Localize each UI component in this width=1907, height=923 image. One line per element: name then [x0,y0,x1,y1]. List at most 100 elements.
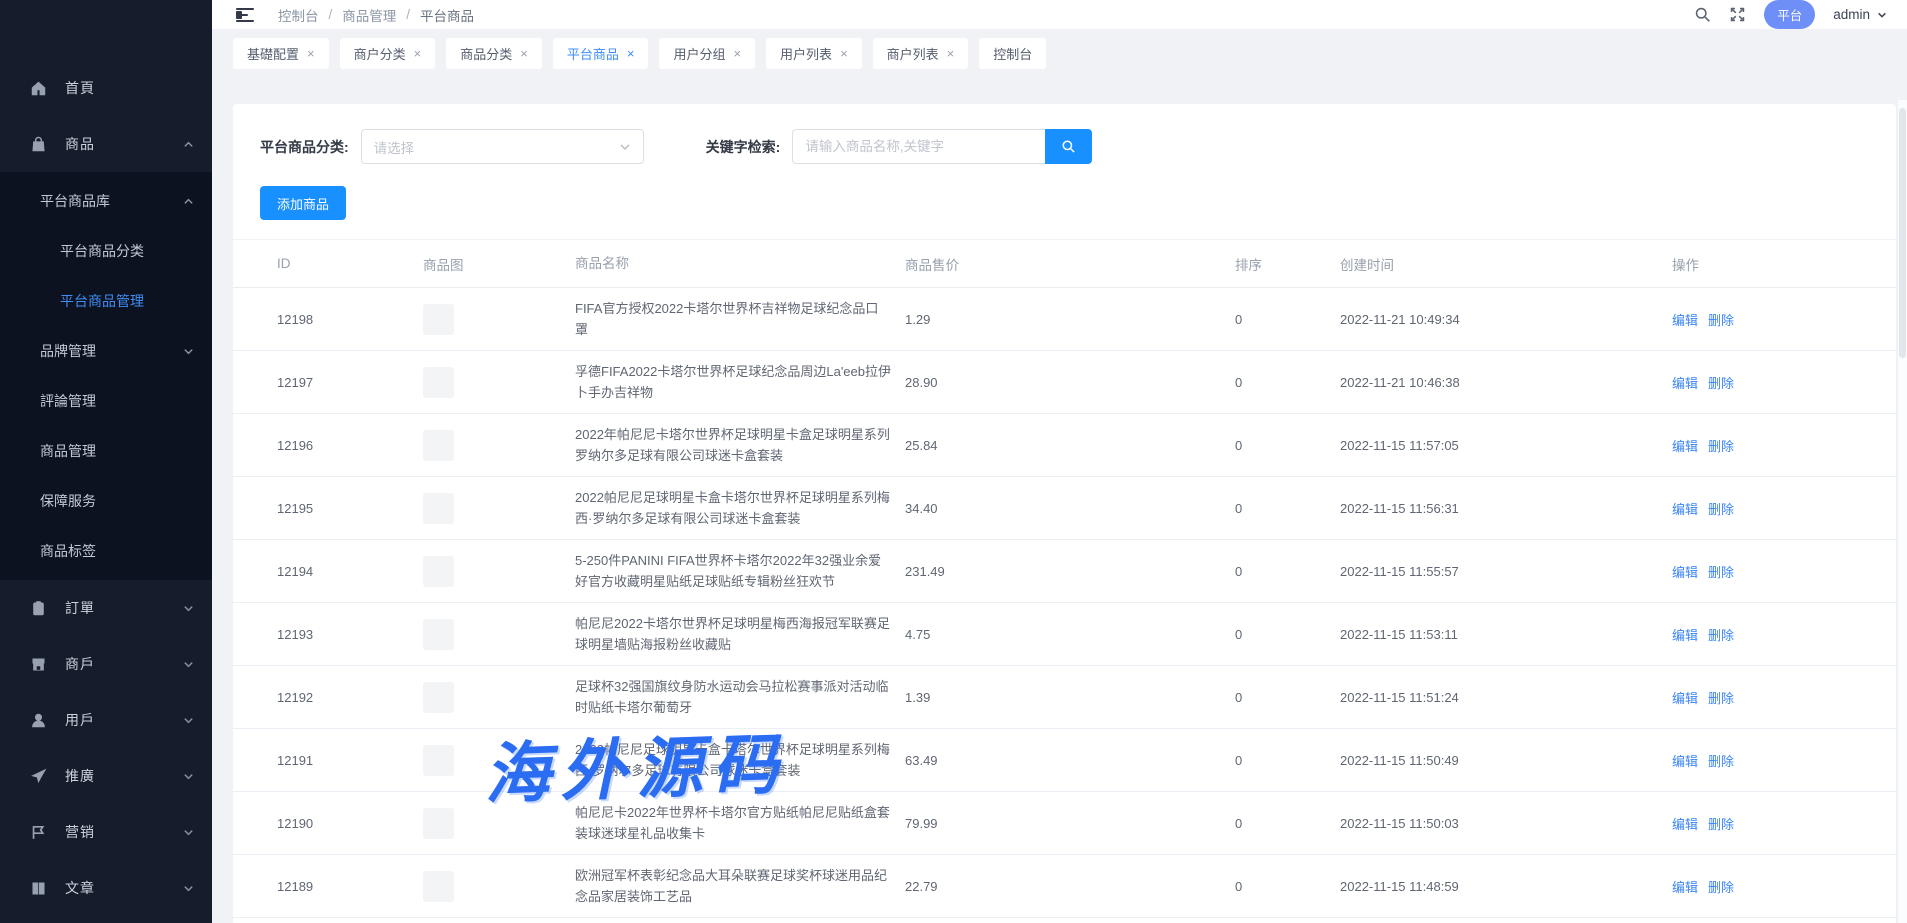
sidebar-item-goods-tags[interactable]: 商品标签 [0,526,212,576]
edit-link[interactable]: 编辑 [1672,628,1698,643]
edit-link[interactable]: 编辑 [1672,376,1698,391]
delete-link[interactable]: 删除 [1708,691,1734,706]
tab-user-group[interactable]: 用户分组 × [659,38,755,69]
tab-platform-goods[interactable]: 平台商品 × [553,38,649,69]
product-image-placeholder [423,556,454,587]
marketing-icon [30,824,47,841]
search-icon [1061,139,1076,154]
add-product-button[interactable]: 添加商品 [260,186,346,220]
sidebar-item-goods[interactable]: 商品 [0,116,212,172]
sidebar-item-marketing[interactable]: 营销 [0,804,212,860]
table-row: 12198 FIFA官方授权2022卡塔尔世界杯吉祥物足球纪念品口罩 1.29 … [233,288,1896,351]
product-image-placeholder [423,493,454,524]
col-header-price: 商品售价 [905,254,1235,274]
tab-merchant-list[interactable]: 商户列表 × [873,38,969,69]
tab-user-list[interactable]: 用户列表 × [766,38,862,69]
close-tab-icon[interactable]: × [733,47,741,60]
edit-link[interactable]: 编辑 [1672,502,1698,517]
product-image-placeholder [423,367,454,398]
promote-icon [30,768,47,785]
close-tab-icon[interactable]: × [627,47,635,60]
search-icon[interactable] [1694,6,1711,23]
search-button[interactable] [1045,129,1092,164]
product-image-placeholder [423,745,454,776]
user-icon [30,712,47,729]
edit-link[interactable]: 编辑 [1672,565,1698,580]
keyword-search-group: 关键字检索: [706,129,1093,164]
sidebar-item-label: 平台商品分类 [60,241,144,261]
cell-product-name: 欧洲冠军杯表彰纪念品大耳朵联赛足球奖杯球迷用品纪念品家居装饰工艺品 [575,865,905,907]
tab-console[interactable]: 控制台 [979,38,1046,69]
sidebar-item-articles[interactable]: 文章 [0,860,212,916]
category-select[interactable]: 请选择 [361,129,644,164]
tab-goods-category[interactable]: 商品分类 × [446,38,542,69]
cell-product-name: FIFA官方授权2022卡塔尔世界杯吉祥物足球纪念品口罩 [575,298,905,340]
cell-sort: 0 [1235,753,1340,768]
sidebar-item-goods-manage[interactable]: 商品管理 [0,426,212,476]
table-row: 12195 2022帕尼尼足球明星卡盒卡塔尔世界杯足球明星系列梅西·罗纳尔多足球… [233,477,1896,540]
cell-product-name: 足球杯32强国旗纹身防水运动会马拉松赛事派对活动临时贴纸卡塔尔葡萄牙 [575,676,905,718]
edit-link[interactable]: 编辑 [1672,439,1698,454]
table-row: 12192 足球杯32强国旗纹身防水运动会马拉松赛事派对活动临时贴纸卡塔尔葡萄牙… [233,666,1896,729]
cell-sort: 0 [1235,564,1340,579]
fullscreen-icon[interactable] [1729,6,1746,23]
delete-link[interactable]: 删除 [1708,313,1734,328]
sidebar-item-platform-goods-manage[interactable]: 平台商品管理 [0,276,212,326]
table-row: 12196 2022年帕尼尼卡塔尔世界杯足球明星卡盒足球明星系列罗纳尔多足球有限… [233,414,1896,477]
sidebar-item-platform-goods-category[interactable]: 平台商品分类 [0,226,212,276]
edit-link[interactable]: 编辑 [1672,880,1698,895]
cell-product-name: 2022帕尼尼足球明星卡盒卡塔尔世界杯足球明星系列梅西·罗纳尔多足球有限公司球迷… [575,487,905,529]
sidebar-item-users[interactable]: 用戶 [0,692,212,748]
delete-link[interactable]: 删除 [1708,565,1734,580]
breadcrumb-item[interactable]: 控制台 [278,5,319,25]
table-row: 12189 欧洲冠军杯表彰纪念品大耳朵联赛足球奖杯球迷用品纪念品家居装饰工艺品 … [233,855,1896,918]
delete-link[interactable]: 删除 [1708,628,1734,643]
delete-link[interactable]: 删除 [1708,502,1734,517]
cell-price: 25.84 [905,438,1235,453]
vertical-scrollbar[interactable] [1897,100,1907,923]
close-tab-icon[interactable]: × [947,47,955,60]
cell-sort: 0 [1235,501,1340,516]
cell-id: 12190 [277,816,423,831]
cell-id: 12198 [277,312,423,327]
sidebar-item-home[interactable]: 首頁 [0,60,212,116]
table-row: 12194 5-250件PANINI FIFA世界杯卡塔尔2022年32强业余爱… [233,540,1896,603]
close-tab-icon[interactable]: × [520,47,528,60]
delete-link[interactable]: 删除 [1708,754,1734,769]
tab-merchant-category[interactable]: 商户分类 × [340,38,436,69]
cell-sort: 0 [1235,375,1340,390]
cell-id: 12192 [277,690,423,705]
cell-created: 2022-11-15 11:57:05 [1340,438,1672,453]
delete-link[interactable]: 删除 [1708,817,1734,832]
cell-price: 79.99 [905,816,1235,831]
sidebar-item-guarantee-service[interactable]: 保障服务 [0,476,212,526]
cell-price: 1.39 [905,690,1235,705]
edit-link[interactable]: 编辑 [1672,754,1698,769]
close-tab-icon[interactable]: × [307,47,315,60]
sidebar-item-orders[interactable]: 訂單 [0,580,212,636]
delete-link[interactable]: 删除 [1708,376,1734,391]
sidebar-item-promotion[interactable]: 推廣 [0,748,212,804]
sidebar-item-platform-goods-lib[interactable]: 平台商品库 [0,176,212,226]
category-filter-label: 平台商品分类: [260,137,349,157]
keyword-input[interactable] [792,129,1045,164]
edit-link[interactable]: 编辑 [1672,313,1698,328]
collapse-menu-icon[interactable] [236,7,256,23]
username: admin [1833,7,1870,22]
close-tab-icon[interactable]: × [840,47,848,60]
user-menu[interactable]: admin [1833,7,1887,22]
workspace-badge[interactable]: 平台 [1764,0,1815,29]
delete-link[interactable]: 删除 [1708,880,1734,895]
col-header-name: 商品名称 [575,253,905,274]
edit-link[interactable]: 编辑 [1672,691,1698,706]
sidebar-item-merchants[interactable]: 商戶 [0,636,212,692]
breadcrumb-separator: / [406,7,410,22]
edit-link[interactable]: 编辑 [1672,817,1698,832]
delete-link[interactable]: 删除 [1708,439,1734,454]
tab-basic-config[interactable]: 基礎配置 × [233,38,329,69]
sidebar-item-brand-manage[interactable]: 品牌管理 [0,326,212,376]
sidebar-item-review-manage[interactable]: 評論管理 [0,376,212,426]
breadcrumb-item[interactable]: 商品管理 [342,5,396,25]
scrollbar-thumb[interactable] [1899,108,1906,358]
close-tab-icon[interactable]: × [414,47,422,60]
